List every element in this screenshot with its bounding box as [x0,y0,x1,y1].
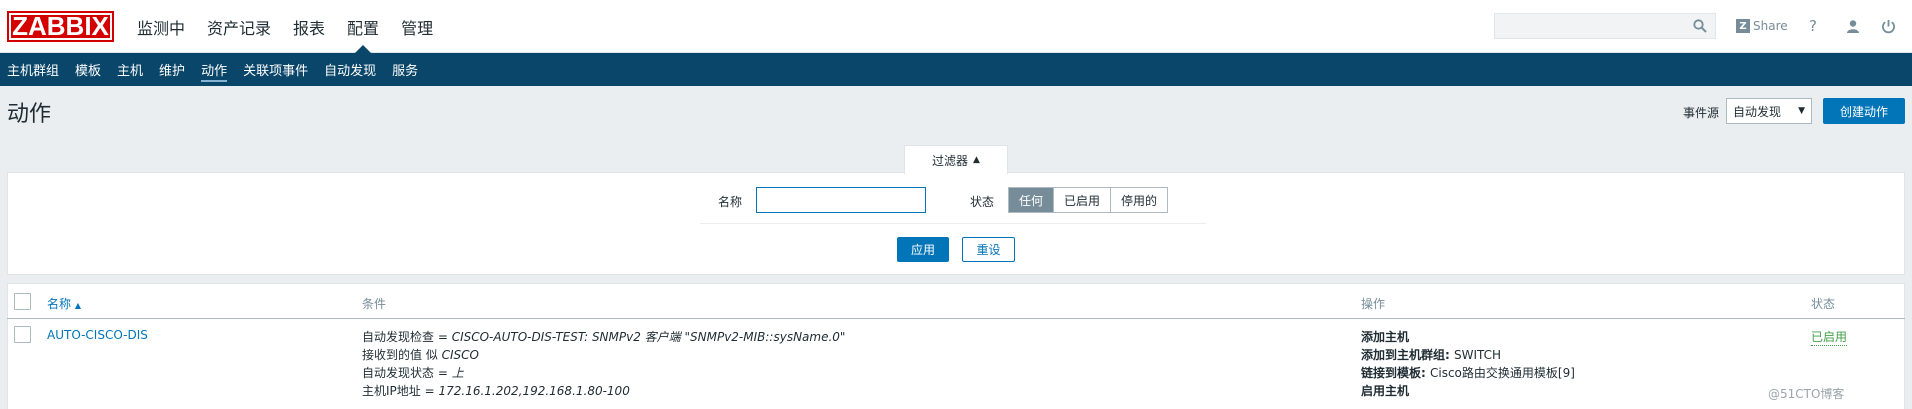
subnav-host-groups[interactable]: 主机群组 [0,53,67,86]
condition-value: 上 [451,366,464,380]
operation-label: 链接到模板: [1361,366,1430,380]
menu-configuration[interactable]: 配置 [336,0,390,54]
status-any-option[interactable]: 任何 [1009,188,1054,212]
event-source-select[interactable]: 自动发现 ▼ [1726,98,1812,124]
subnav-maintenance[interactable]: 维护 [151,53,193,86]
sort-ascending-icon: ▲ [74,301,81,310]
share-link[interactable]: Z Share [1736,17,1788,35]
filter-divider [700,223,1206,224]
operation-line: 添加到主机群组: SWITCH [1361,346,1501,363]
name-filter-input[interactable] [756,187,926,213]
status-toggle-link[interactable]: 已启用 [1811,328,1848,346]
condition-value: CISCO [441,348,479,362]
menu-administration[interactable]: 管理 [390,0,444,53]
zabbix-logo[interactable]: ZABBIX [7,11,114,42]
operation-label: 添加到主机群组: [1361,348,1454,362]
top-header: ZABBIX 监测中 资产记录 报表 配置 管理 Z Share ? [0,0,1912,54]
main-menu: 监测中 资产记录 报表 配置 管理 [126,0,444,54]
subnav-correlation[interactable]: 关联项事件 [235,53,316,86]
subnav-actions[interactable]: 动作 [193,53,235,86]
operation-line: 链接到模板: Cisco路由交换通用模板[9] [1361,364,1575,381]
column-operations-header: 操作 [1361,297,1386,311]
status-disabled-option[interactable]: 停用的 [1110,188,1168,212]
collapse-arrow-icon: ▲ [973,155,980,165]
operation-line: 添加主机 [1361,328,1409,345]
operation-line: 启用主机 [1361,382,1409,399]
user-profile-icon[interactable] [1843,16,1863,36]
condition-line: 主机IP地址 = 172.16.1.202,192.168.1.80-100 [362,382,630,399]
column-name-label: 名称 [47,297,72,311]
column-name-header[interactable]: 名称 ▲ [47,295,81,312]
sign-out-icon[interactable] [1878,16,1898,36]
column-conditions-header: 条件 [362,297,387,311]
operation-label: 添加主机 [1361,330,1410,344]
search-icon[interactable] [1693,19,1707,33]
create-action-button[interactable]: 创建动作 [1823,98,1905,124]
subnav-hosts[interactable]: 主机 [109,53,151,86]
operation-value: Cisco路由交换通用模板[9] [1429,366,1575,380]
condition-value: 172.16.1.202,192.168.1.80-100 [438,384,630,398]
status-enabled-option[interactable]: 已启用 [1053,188,1111,212]
event-source-value: 自动发现 [1733,104,1782,119]
condition-label: 接收到的值 似 [362,348,442,362]
event-source-label: 事件源 [1683,106,1720,120]
condition-line: 自动发现状态 = 上 [362,364,464,381]
watermark: @51CTO博客 [1768,387,1845,401]
actions-table [7,283,1905,409]
condition-line: 接收到的值 似 CISCO [362,346,479,363]
table-header-divider [7,318,1905,319]
select-all-checkbox[interactable] [14,293,31,310]
help-icon[interactable]: ? [1803,16,1823,36]
status-filter-label: 状态 [970,195,995,209]
subnav-templates[interactable]: 模板 [67,53,109,86]
menu-monitoring[interactable]: 监测中 [126,0,196,53]
filter-tab[interactable]: 过滤器 ▲ [904,145,1008,174]
condition-line: 自动发现检查 = CISCO-AUTO-DIS-TEST: SNMPv2 客户端… [362,328,845,345]
status-filter-group: 任何 已启用 停用的 [1008,187,1169,213]
menu-reports[interactable]: 报表 [282,0,336,53]
row-checkbox[interactable] [14,326,31,343]
global-search [1494,13,1716,39]
column-status-header: 状态 [1811,297,1836,311]
reset-button[interactable]: 重设 [962,237,1015,262]
zabbix-share-icon: Z [1736,19,1750,33]
condition-label: 自动发现检查 = [362,330,452,344]
condition-value: CISCO-AUTO-DIS-TEST: SNMPv2 客户端 "SNMPv2-… [451,330,846,344]
condition-label: 自动发现状态 = [362,366,452,380]
condition-label: 主机IP地址 = [362,384,439,398]
search-input[interactable] [1495,14,1685,38]
share-label: Share [1753,19,1788,33]
filter-tab-label: 过滤器 [932,153,969,168]
action-name-link[interactable]: AUTO-CISCO-DIS [47,328,148,342]
apply-button[interactable]: 应用 [897,237,949,262]
operation-label: 启用主机 [1361,384,1410,398]
page-title: 动作 [7,102,52,127]
name-filter-label: 名称 [718,195,743,209]
subnav-services[interactable]: 服务 [384,53,426,86]
dropdown-caret-icon: ▼ [1798,106,1805,116]
sub-menu: 主机群组 模板 主机 维护 动作 关联项事件 自动发现 服务 [0,53,1912,86]
operation-value: SWITCH [1453,348,1502,362]
subnav-discovery[interactable]: 自动发现 [316,53,384,86]
menu-inventory[interactable]: 资产记录 [196,0,282,53]
